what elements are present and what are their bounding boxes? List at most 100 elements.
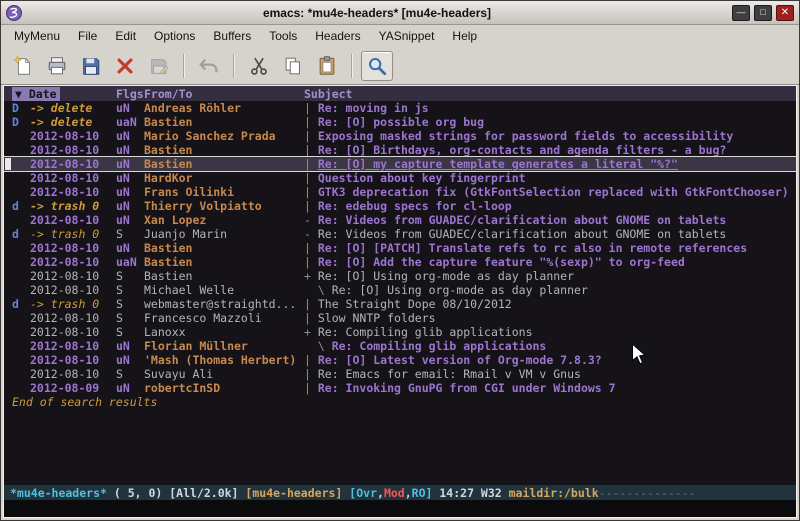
from-label: robertcInSD (144, 381, 304, 395)
message-row[interactable]: 2012-08-10SMichael Welle \ Re: [O] Using… (4, 283, 796, 297)
thread-separator: | (304, 255, 318, 269)
subject-cell: | GTK3 deprecation fix (GtkFontSelection… (304, 185, 796, 199)
menu-yasnippet[interactable]: YASnippet (370, 27, 444, 45)
message-row[interactable]: 2012-08-10SFrancesco Mazzoli| Slow NNTP … (4, 311, 796, 325)
paste-button[interactable] (311, 51, 343, 81)
date-label: 2012-08-10 (30, 129, 116, 143)
subject-cell: \ Re: [O] Using org-mode as day planner (304, 283, 796, 297)
message-row[interactable]: 2012-08-10uNHardKor| Question about key … (4, 171, 796, 185)
column-header-date[interactable]: ▼ Date (12, 87, 60, 101)
subject-label: Re: [O] Latest version of Org-mode 7.8.3… (318, 353, 602, 367)
flags-label: uaN (116, 255, 144, 269)
message-row[interactable]: 2012-08-10uNFlorian Müllner \ Re: Compil… (4, 339, 796, 353)
flags-label: uN (116, 157, 144, 171)
from-label: Bastien (144, 241, 304, 255)
text-cursor (5, 158, 11, 170)
from-label: Andreas Röhler (144, 101, 304, 115)
modeline-status-mod: Mod (384, 486, 405, 500)
action-label: -> delete (30, 115, 116, 129)
flags-label: uaN (116, 115, 144, 129)
menu-headers[interactable]: Headers (306, 27, 369, 45)
thread-separator: | (304, 185, 318, 199)
menu-options[interactable]: Options (145, 27, 204, 45)
message-row[interactable]: 2012-08-10uNXan Lopez- Re: Videos from G… (4, 213, 796, 227)
minimize-button[interactable]: — (732, 5, 750, 21)
window-title: emacs: *mu4e-headers* [mu4e-headers] (26, 6, 728, 20)
modeline-status-comma-2: , (405, 486, 412, 500)
subject-label: Re: [O] possible org bug (318, 115, 484, 129)
menu-buffers[interactable]: Buffers (204, 27, 260, 45)
thread-mark: d (12, 199, 30, 213)
message-row[interactable]: D-> deleteuNAndreas Röhler| Re: moving i… (4, 101, 796, 115)
message-row[interactable]: 2012-08-10SBastien+ Re: [O] Using org-mo… (4, 269, 796, 283)
subject-label: Re: Videos from GUADEC/clarification abo… (318, 213, 727, 227)
date-label: 2012-08-09 (30, 381, 116, 395)
minibuffer-echo-area[interactable] (4, 500, 796, 517)
flags-label: uN (116, 353, 144, 367)
thread-separator: \ (304, 283, 332, 297)
column-header-flags[interactable]: Flgs (116, 87, 144, 101)
save-button[interactable] (75, 51, 107, 81)
menu-mymenu[interactable]: MyMenu (5, 27, 69, 45)
message-row[interactable]: 2012-08-10SLanoxx+ Re: Compiling glib ap… (4, 325, 796, 339)
modeline-maildir: maildir:/bulk (509, 486, 599, 500)
column-header-subject[interactable]: Subject (304, 87, 352, 101)
message-row[interactable]: 2012-08-10uNBastien| Re: [O] Birthdays, … (4, 143, 796, 157)
undo-button (193, 51, 225, 81)
message-row[interactable]: 2012-08-10SSuvayu Ali| Re: Emacs for ema… (4, 367, 796, 381)
maximize-button[interactable]: □ (754, 5, 772, 21)
subject-cell: | Re: Emacs for email: Rmail v VM v Gnus (304, 367, 796, 381)
new-file-button[interactable] (7, 51, 39, 81)
close-button[interactable]: ✕ (776, 5, 794, 21)
message-row[interactable]: D-> deleteuaNBastien| Re: [O] possible o… (4, 115, 796, 129)
thread-separator: | (304, 171, 318, 185)
date-label: 2012-08-10 (30, 269, 116, 283)
menu-help[interactable]: Help (443, 27, 486, 45)
subject-label: Re: Compiling glib applications (318, 325, 533, 339)
message-row[interactable]: 2012-08-10uN'Mash (Thomas Herbert)| Re: … (4, 353, 796, 367)
subject-label: Re: [O] Using org-mode as day planner (332, 283, 588, 297)
thread-separator: | (304, 367, 318, 381)
flags-label: uN (116, 101, 144, 115)
flags-label: uN (116, 241, 144, 255)
close-buffer-button[interactable] (109, 51, 141, 81)
modeline-status-close-bracket: ] (426, 486, 440, 500)
message-row[interactable]: 2012-08-10uNMario Sanchez Prada| Exposin… (4, 129, 796, 143)
from-label: webmaster@straightd... (144, 297, 304, 311)
message-row[interactable]: d-> trash 0Swebmaster@straightd...| The … (4, 297, 796, 311)
thread-separator: \ (304, 339, 332, 353)
title-bar[interactable]: emacs: *mu4e-headers* [mu4e-headers] — □… (1, 1, 799, 25)
subject-cell: | The Straight Dope 08/10/2012 (304, 297, 796, 311)
message-row[interactable]: 2012-08-10uNBastien| Re: [O] my capture … (4, 157, 796, 171)
menu-tools[interactable]: Tools (260, 27, 306, 45)
message-row[interactable]: 2012-08-09uNrobertcInSD| Re: Invoking Gn… (4, 381, 796, 395)
subject-cell: + Re: [O] Using org-mode as day planner (304, 269, 796, 283)
cut-button[interactable] (243, 51, 275, 81)
subject-cell: | Re: [O] my capture template generates … (304, 157, 796, 171)
subject-label: Re: edebug specs for cl-loop (318, 199, 512, 213)
from-label: Lanoxx (144, 325, 304, 339)
print-button[interactable] (41, 51, 73, 81)
message-row[interactable]: d-> trash 0SJuanjo Marin- Re: Videos fro… (4, 227, 796, 241)
copy-button[interactable] (277, 51, 309, 81)
subject-cell: - Re: Videos from GUADEC/clarification a… (304, 213, 796, 227)
message-row[interactable]: 2012-08-10uNFrans Oilinki| GTK3 deprecat… (4, 185, 796, 199)
message-row[interactable]: 2012-08-10uaNBastien| Re: [O] Add the ca… (4, 255, 796, 269)
thread-separator: | (304, 101, 318, 115)
date-label: 2012-08-10 (30, 283, 116, 297)
search-icon (366, 55, 388, 77)
menu-file[interactable]: File (69, 27, 106, 45)
subject-label: Question about key fingerprint (318, 171, 526, 185)
date-label: 2012-08-10 (30, 339, 116, 353)
subject-label: Re: moving in js (318, 101, 429, 115)
message-row[interactable]: d-> trash 0uNThierry Volpiatto| Re: edeb… (4, 199, 796, 213)
search-button[interactable] (361, 51, 393, 81)
message-row[interactable]: 2012-08-10uNBastien| Re: [O] [PATCH] Tra… (4, 241, 796, 255)
column-header-from[interactable]: From/To (144, 87, 304, 101)
flags-label: uN (116, 185, 144, 199)
modeline-modeline-dashes: -------------- (599, 486, 696, 500)
subject-cell: | Re: [O] possible org bug (304, 115, 796, 129)
menu-edit[interactable]: Edit (106, 27, 145, 45)
subject-cell: | Exposing masked strings for password f… (304, 129, 796, 143)
from-label: Frans Oilinki (144, 185, 304, 199)
